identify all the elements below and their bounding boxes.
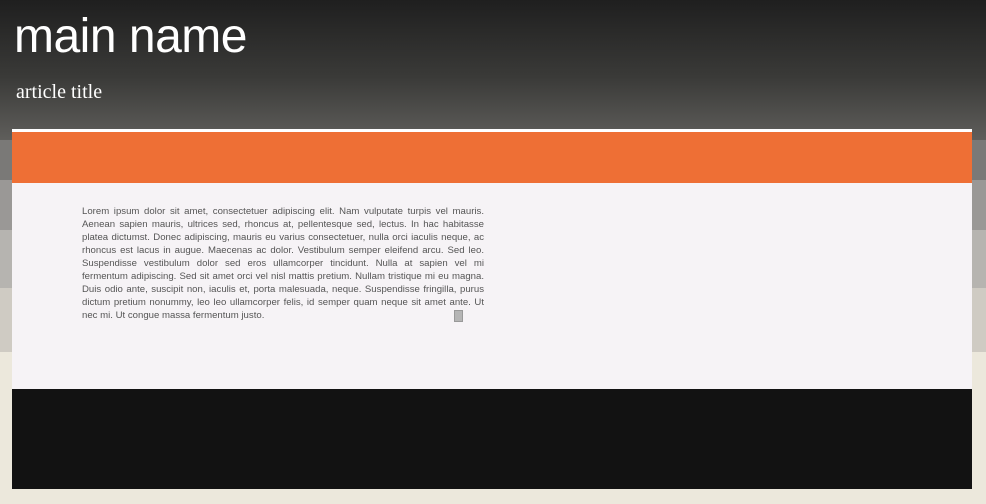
article-title: article title (16, 81, 103, 103)
footer-bar (12, 389, 972, 489)
drag-handle-icon[interactable] (454, 310, 463, 322)
article-body: Lorem ipsum dolor sit amet, consectetuer… (82, 206, 484, 321)
content-panel: Lorem ipsum dolor sit amet, consectetuer… (12, 129, 972, 489)
site-title: main name (14, 10, 247, 63)
article-content: Lorem ipsum dolor sit amet, consectetuer… (12, 183, 972, 389)
site-header: main name article title (14, 6, 974, 104)
accent-bar (12, 132, 972, 183)
